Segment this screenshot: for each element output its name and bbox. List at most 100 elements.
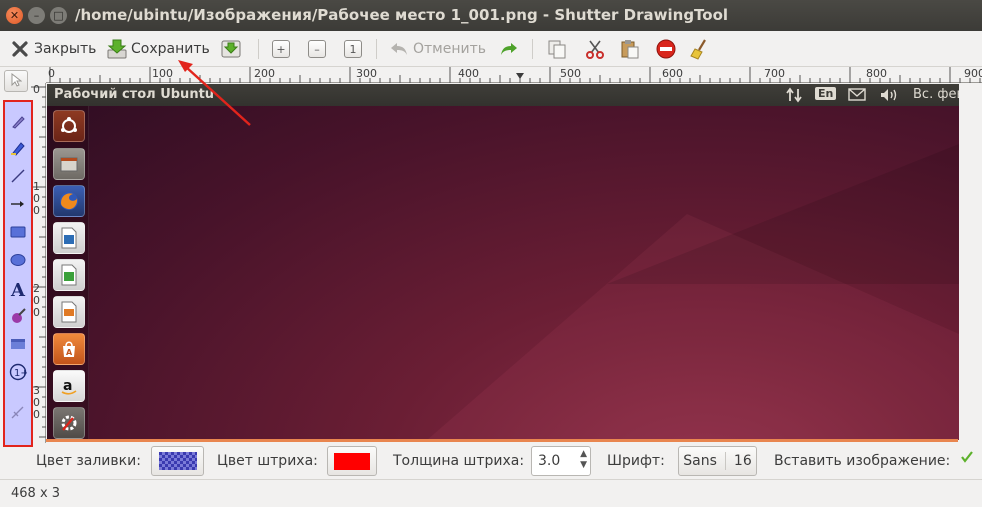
window-close-button[interactable]: ✕ [6, 7, 23, 24]
delete-icon [655, 38, 677, 60]
ruler-label: 2 0 0 [33, 282, 40, 319]
fill-color-button[interactable] [151, 446, 204, 476]
undo-button[interactable]: Отменить [388, 37, 486, 61]
ruler-label: 800 [866, 67, 887, 80]
svg-text:1+: 1+ [14, 368, 27, 379]
title-bar: ✕ – □ /home/ubintu/Изображения/Рабочее м… [0, 0, 982, 31]
cursor-icon [10, 72, 23, 90]
censor-icon [10, 308, 26, 328]
line-tool[interactable] [8, 168, 28, 188]
ubuntu-top-panel: Рабочий стол Ubuntu En Вс. февр. 2 [47, 84, 959, 106]
status-text: 468 x 3 [11, 486, 61, 501]
close-button[interactable]: Закрыть [9, 37, 96, 61]
svg-text:a: a [63, 378, 72, 394]
font-button-divider [724, 452, 726, 470]
toolbar-separator [532, 39, 533, 59]
font-button[interactable]: Sans 16 [678, 446, 757, 476]
stroke-color-button[interactable] [327, 446, 377, 476]
ruler-label: 500 [560, 67, 581, 80]
language-indicator: En [815, 87, 837, 100]
firefox-icon [53, 185, 85, 217]
ellipse-tool[interactable] [8, 252, 28, 272]
zoom-fit-icon: 1 [342, 38, 364, 60]
stroke-width-label: Толщина штриха: [393, 453, 525, 469]
zoom-in-icon: + [270, 38, 292, 60]
ruler-label: 600 [662, 67, 683, 80]
maximize-glyph: □ [53, 9, 64, 22]
undo-icon [388, 38, 410, 60]
desktop-title: Рабочий стол Ubuntu [54, 87, 215, 102]
text-icon: A [11, 279, 25, 301]
highlighter-tool[interactable] [8, 140, 28, 160]
insert-image-label: Вставить изображение: [774, 453, 951, 469]
ruler-left: 0 1 0 0 2 0 0 3 0 0 [31, 83, 46, 443]
close-label: Закрыть [34, 41, 97, 57]
ubuntu-dash-icon [53, 110, 85, 142]
drawing-canvas[interactable]: Рабочий стол Ubuntu En Вс. февр. 2 [47, 84, 959, 440]
svg-text:A: A [66, 348, 73, 357]
toolbar-separator [258, 39, 259, 59]
checkmark-icon[interactable] [960, 450, 974, 468]
rectangle-icon [10, 224, 26, 244]
paste-button[interactable] [619, 37, 644, 61]
stroke-width-spinner[interactable]: 3.0 ▲ ▼ [531, 446, 591, 476]
ubuntu-launcher: A a [47, 106, 89, 440]
font-label: Шрифт: [607, 453, 665, 469]
censor-tool[interactable] [8, 308, 28, 328]
save-icon [106, 38, 128, 60]
number-tool[interactable]: 1+ [8, 363, 29, 385]
line-icon [10, 168, 26, 188]
rectangle-tool[interactable] [8, 224, 28, 244]
writer-icon [53, 222, 85, 254]
window-minimize-button[interactable]: – [28, 7, 45, 24]
crop-icon [10, 404, 26, 424]
canvas-bottom-edge [46, 439, 958, 442]
save-label: Сохранить [131, 41, 210, 57]
calc-icon [53, 259, 85, 291]
ruler-label: 200 [254, 67, 275, 80]
zoom-fit-button[interactable]: 1 [342, 37, 367, 61]
network-icon [785, 87, 803, 107]
close-icon [9, 38, 31, 60]
export-button[interactable] [220, 37, 245, 61]
fill-color-label: Цвет заливки: [36, 453, 141, 469]
redo-button[interactable] [498, 37, 523, 61]
paste-icon [619, 38, 641, 60]
stroke-color-swatch [334, 452, 370, 470]
arrow-tool[interactable] [8, 196, 28, 216]
settings-icon [53, 407, 85, 439]
ruler-label: 300 [356, 67, 377, 80]
window-maximize-button[interactable]: □ [50, 7, 67, 24]
crop-tool[interactable] [8, 404, 28, 424]
files-icon [53, 148, 85, 180]
select-cursor-button[interactable] [4, 70, 28, 92]
text-tool[interactable]: A [8, 279, 28, 301]
close-glyph: ✕ [9, 9, 20, 22]
delete-button[interactable] [655, 37, 680, 61]
zoom-out-icon: – [306, 38, 328, 60]
clear-icon [689, 38, 711, 60]
toolbar: Закрыть Сохранить + – 1 Отменить [0, 31, 982, 67]
spinner-arrows-icon[interactable]: ▲ ▼ [580, 449, 587, 471]
clear-button[interactable] [689, 37, 714, 61]
ruler-label: 400 [458, 67, 479, 80]
font-size: 16 [733, 453, 752, 469]
save-button[interactable]: Сохранить [106, 37, 210, 61]
clock: Вс. февр. 2 [913, 87, 959, 102]
freehand-tool[interactable] [8, 114, 28, 134]
stroke-width-value: 3.0 [538, 453, 561, 469]
pixelize-tool[interactable] [8, 336, 28, 356]
ruler-label: 900 [964, 67, 982, 80]
ruler-top: 0 100 200 300 400 500 600 700 800 900 [46, 67, 982, 83]
copy-button[interactable] [546, 37, 571, 61]
ruler-label: 0 [33, 83, 40, 96]
zoom-in-button[interactable]: + [270, 37, 295, 61]
arrow-icon [10, 196, 26, 216]
software-center-icon: A [53, 333, 85, 365]
zoom-out-button[interactable]: – [306, 37, 331, 61]
stroke-color-label: Цвет штриха: [217, 453, 318, 469]
properties-bar: Цвет заливки: Цвет штриха: Толщина штрих… [0, 443, 982, 479]
window-title: /home/ubintu/Изображения/Рабочее место 1… [75, 6, 729, 24]
cut-button[interactable] [584, 37, 609, 61]
number-icon: 1+ [9, 363, 29, 385]
